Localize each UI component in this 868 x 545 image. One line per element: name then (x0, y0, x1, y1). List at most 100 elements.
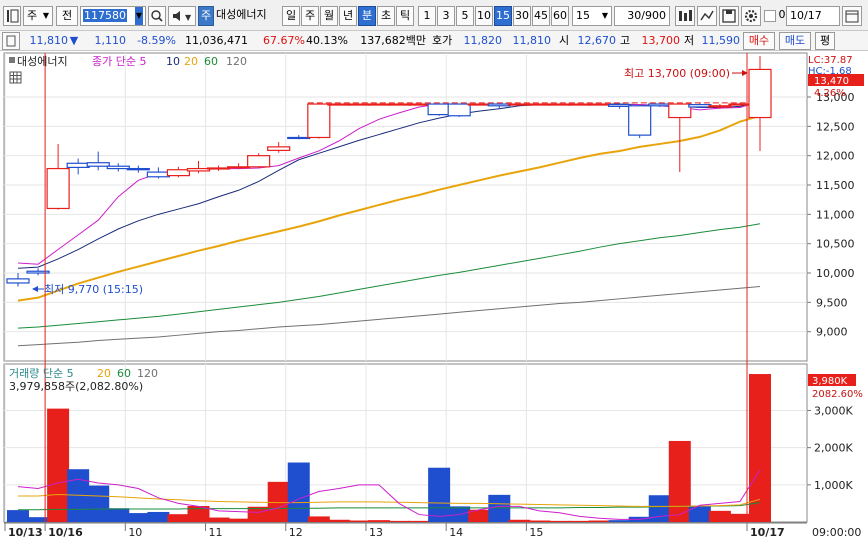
interval-60-button[interactable]: 60 (551, 6, 569, 26)
period-month-button[interactable]: 월 (320, 6, 338, 26)
candle-body (226, 166, 251, 169)
market-type-select[interactable]: 주 ▼ (23, 6, 53, 26)
tools-icon[interactable] (675, 6, 695, 26)
legend-vol-ma120: 120 (137, 367, 158, 380)
interval-10-button[interactable]: 10 (475, 6, 493, 26)
candle-body (708, 105, 732, 108)
interval-15-button[interactable]: 15 (494, 6, 512, 26)
volume-bar (568, 520, 591, 522)
legend-ma10: 10 (166, 55, 180, 68)
low-price: 11,590 (701, 34, 741, 47)
current-price: 11,810 (29, 34, 69, 47)
period-minute-button[interactable]: 분 (358, 6, 376, 26)
trade-amount: 137,682백만 (360, 34, 426, 47)
volume-bar (227, 518, 250, 522)
price-axis-label: 10,500 (816, 238, 855, 251)
volume-bar (267, 481, 290, 522)
volume-bar (347, 520, 370, 522)
change-arrow-icon: ▼ (69, 34, 79, 47)
candle-body (608, 104, 632, 107)
stock-tag: 주 (198, 6, 214, 26)
volume-pct: 2082.60% (812, 389, 863, 400)
candle-body (206, 167, 231, 170)
sound-icon[interactable]: ▼ (168, 6, 196, 26)
x-axis-label: 10/16 (48, 526, 83, 539)
legend-ma20: 20 (184, 55, 198, 68)
volume-bar (508, 519, 531, 522)
legend-vol-ma60: 60 (117, 367, 131, 380)
x-axis-label: 10/13 (8, 526, 43, 539)
volume-bar (287, 462, 310, 522)
sell-button[interactable]: 매도 (779, 32, 811, 50)
x-axis-label: 14 (449, 526, 463, 539)
count-input[interactable]: 30/900 (614, 6, 670, 26)
calendar-icon[interactable] (842, 6, 862, 26)
draw-line-icon[interactable] (697, 6, 717, 26)
price-tag-value: 13,470 (814, 76, 849, 87)
candle-body (347, 103, 371, 106)
interval-30-button[interactable]: 30 (513, 6, 531, 26)
chart-type-icon[interactable] (3, 6, 21, 26)
save-icon[interactable] (719, 6, 739, 26)
candle-body (186, 167, 211, 172)
settings-icon[interactable] (741, 6, 761, 26)
period-year-button[interactable]: 년 (339, 6, 357, 26)
info-icon[interactable] (2, 32, 20, 50)
stock-name-label: 대성에너지 (216, 8, 267, 21)
candle-body (387, 103, 411, 106)
period-week-button[interactable]: 주 (301, 6, 319, 26)
period-tick-button[interactable]: 틱 (396, 6, 414, 26)
volume-bar (27, 517, 50, 522)
candle-body (467, 103, 491, 106)
interval-1-button[interactable]: 1 (418, 6, 436, 26)
candle-body (126, 167, 150, 171)
volume-bar (428, 467, 451, 522)
candle-body (628, 105, 652, 136)
chart-toolbar: 주 ▼ 전 117580 ▼ ▼ 주 대성에너지 일 주 월 년 분 초 틱 1 3… (0, 0, 868, 31)
legend-ma60: 60 (204, 55, 218, 68)
high-label: 최고 13,700 (09:00) (624, 67, 730, 80)
x-axis-label: 13 (369, 526, 383, 539)
candle-body (86, 162, 110, 167)
candle-body (688, 104, 712, 108)
date-checkbox[interactable] (764, 10, 776, 22)
candle-body (567, 103, 592, 106)
buy-button[interactable]: 매수 (743, 32, 775, 50)
candle-body (748, 68, 772, 119)
stock-code-input[interactable]: 117580 ▼ (80, 6, 146, 26)
chart-area: 13,000 12,500 12,000 11,500 11,000 10,500 10,0… (0, 51, 868, 542)
eval-button[interactable]: 평 (815, 32, 835, 50)
volume-bar (488, 494, 511, 522)
candle-body (327, 103, 351, 106)
interval-45-button[interactable]: 45 (532, 6, 550, 26)
candle-body (447, 103, 471, 117)
period-day-button[interactable]: 일 (282, 6, 300, 26)
open-price: 12,670 (577, 34, 617, 47)
stock-type-button[interactable]: 전 (56, 6, 78, 26)
volume-ratio: 67.67% (263, 34, 305, 47)
turnover-ratio: 40.13% (306, 34, 348, 47)
interval-3-button[interactable]: 3 (437, 6, 455, 26)
trade-volume: 11,036,471 (185, 34, 248, 47)
candle-body (587, 103, 612, 106)
interval-5-button[interactable]: 5 (456, 6, 474, 26)
date-input[interactable]: 10/17 (786, 6, 840, 26)
volume-bar (87, 485, 110, 522)
high-price: 13,700 (641, 34, 681, 47)
volume-bar (728, 513, 751, 522)
search-icon[interactable] (148, 6, 166, 26)
candle-body (146, 171, 170, 178)
interval-select[interactable]: 15 ▼ (572, 6, 612, 26)
x-axis-label: 11 (209, 526, 223, 539)
volume-bar (307, 516, 330, 522)
volume-tag-value: 3,980K (812, 376, 848, 387)
candle-body (367, 103, 391, 106)
high-label: 고 (620, 34, 631, 47)
x-axis-label: 15 (529, 526, 543, 539)
volume-bar (47, 408, 70, 522)
candle-body (267, 146, 291, 151)
period-second-button[interactable]: 초 (377, 6, 395, 26)
volume-bar (147, 511, 170, 522)
volume-bar (528, 520, 551, 522)
candle-body (407, 103, 431, 106)
